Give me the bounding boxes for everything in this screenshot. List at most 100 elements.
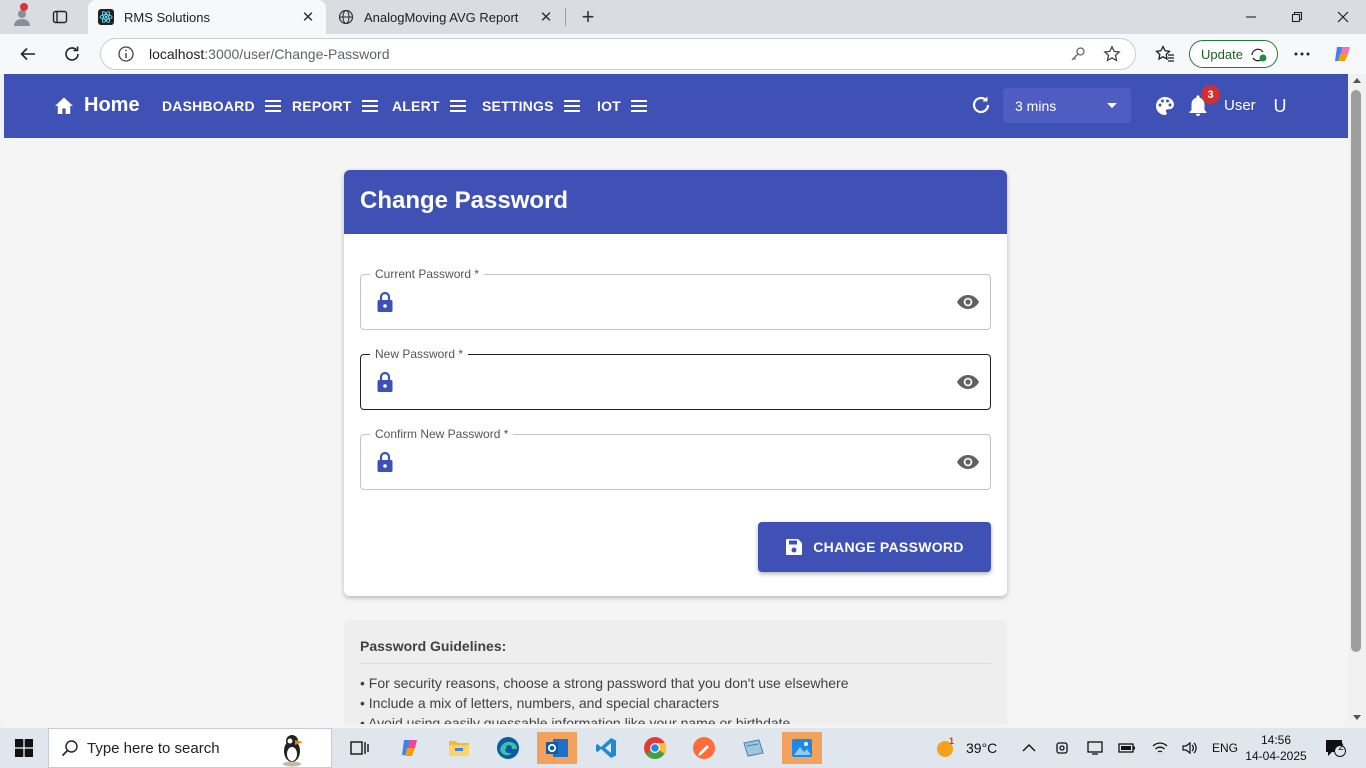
scroll-down-icon[interactable] [1353,715,1361,720]
save-icon [786,539,803,555]
lock-icon [377,451,393,472]
search-icon [61,740,78,757]
change-password-card: Change Password Current Password * New P… [344,170,1007,596]
more-options-icon[interactable] [1288,40,1316,68]
copilot-app-icon[interactable] [390,732,430,764]
chevron-up-icon[interactable] [1022,728,1036,768]
tab-divider [565,8,566,26]
browser-tab-strip: RMS Solutions ✕ AnalogMoving AVG Report … [0,0,1366,34]
react-icon [98,9,114,25]
menu-icon [361,100,378,112]
toggle-visibility-icon[interactable] [956,452,980,472]
new-tab-icon[interactable]: + [576,4,600,30]
refresh-interval-value: 3 mins [1015,97,1057,114]
display-icon[interactable] [1087,728,1103,768]
lock-icon [377,371,393,392]
edge-browser-icon[interactable] [488,732,528,764]
volume-icon[interactable] [1182,728,1198,768]
guideline-item: • For security reasons, choose a strong … [360,675,849,691]
palette-icon[interactable] [1154,95,1176,122]
close-window-icon[interactable] [1320,0,1366,34]
password-guidelines: Password Guidelines: • For security reas… [344,620,1007,724]
wifi-icon[interactable] [1152,728,1168,768]
home-link[interactable]: Home [54,94,140,117]
update-button[interactable]: Update [1189,40,1278,68]
globe-icon [338,9,354,25]
current-password-input[interactable] [409,285,949,319]
clock-time: 14:56 [1260,733,1292,747]
nav-iot[interactable]: IOT [597,98,647,114]
nav-label: IOT [597,98,621,114]
nav-settings[interactable]: SETTINGS [482,98,580,114]
copilot-icon[interactable] [1329,40,1357,68]
reload-icon[interactable] [58,40,86,68]
vscode-icon[interactable] [586,732,626,764]
confirm-password-input[interactable] [409,445,949,479]
user-label[interactable]: User [1224,97,1256,114]
new-password-input[interactable] [409,365,949,399]
current-password-field[interactable]: Current Password * [360,267,991,330]
field-label: New Password * [370,347,469,361]
nav-report[interactable]: REPORT [292,98,378,114]
update-status-icon [1250,47,1268,66]
profile-alert-dot [20,3,28,11]
nav-label: ALERT [392,98,440,114]
weather-widget[interactable]: 1 39°C [934,728,997,768]
windows-start-icon[interactable] [0,728,48,768]
password-key-icon[interactable] [1067,43,1089,65]
address-bar[interactable]: localhost:3000/user/Change-Password [100,38,1136,70]
outlook-icon[interactable] [537,732,577,764]
favorites-icon[interactable] [1151,40,1179,68]
menu-icon [264,100,281,112]
tab-analog-report[interactable]: AnalogMoving AVG Report ✕ [328,0,564,34]
button-label: CHANGE PASSWORD [813,539,964,555]
taskbar-search[interactable]: Type here to search [48,728,332,768]
close-tab-icon[interactable]: ✕ [300,9,316,26]
chrome-icon[interactable] [635,732,675,764]
language-indicator[interactable]: ENG [1212,728,1238,768]
refresh-icon[interactable] [970,94,992,121]
restore-icon[interactable] [1274,0,1320,34]
meet-now-icon[interactable] [1055,728,1071,768]
photos-app-icon[interactable] [782,732,822,764]
change-password-button[interactable]: CHANGE PASSWORD [758,522,991,572]
menu-icon [449,100,466,112]
app-window-icon[interactable] [733,732,773,764]
field-label: Confirm New Password * [370,427,514,441]
tab-rms-solutions[interactable]: RMS Solutions ✕ [88,0,326,34]
puffin-search-icon [283,735,303,767]
app-viewport: Home DASHBOARD REPORT ALERT SETTINGS IOT… [4,74,1348,724]
toggle-visibility-icon[interactable] [956,292,980,312]
tab-actions-icon[interactable] [46,4,74,30]
app-header: Home DASHBOARD REPORT ALERT SETTINGS IOT… [4,74,1348,138]
confirm-password-field[interactable]: Confirm New Password * [360,427,991,490]
action-center-icon[interactable]: 2 [1324,728,1346,768]
url-text: localhost:3000/user/Change-Password [149,46,390,62]
scroll-up-icon[interactable] [1353,78,1361,83]
site-info-icon[interactable] [117,45,135,63]
scrollbar-thumb[interactable] [1351,90,1361,652]
home-icon [55,97,73,114]
menu-icon [630,100,647,112]
postman-icon[interactable] [684,732,724,764]
favorite-star-icon[interactable] [1101,43,1123,65]
tab-title: RMS Solutions [124,9,210,25]
task-view-icon[interactable] [340,732,380,764]
taskbar-clock[interactable]: 14:56 14-04-2025 [1240,732,1312,764]
guideline-item: • Avoid using easily guessable informati… [360,715,791,724]
nav-label: SETTINGS [482,98,554,114]
toggle-visibility-icon[interactable] [956,372,980,392]
nav-dashboard[interactable]: DASHBOARD [162,98,281,114]
battery-icon[interactable] [1118,728,1136,768]
avatar[interactable]: U [1268,94,1292,118]
update-label: Update [1201,46,1243,62]
back-icon[interactable] [14,40,42,68]
nav-label: DASHBOARD [162,98,255,114]
page-scrollbar[interactable] [1348,74,1366,724]
nav-alert[interactable]: ALERT [392,98,466,114]
refresh-interval-select[interactable]: 3 mins [1003,88,1131,123]
new-password-field[interactable]: New Password * [360,347,991,410]
file-explorer-icon[interactable] [439,732,479,764]
close-tab-icon[interactable]: ✕ [538,9,554,26]
minimize-icon[interactable] [1228,0,1274,34]
